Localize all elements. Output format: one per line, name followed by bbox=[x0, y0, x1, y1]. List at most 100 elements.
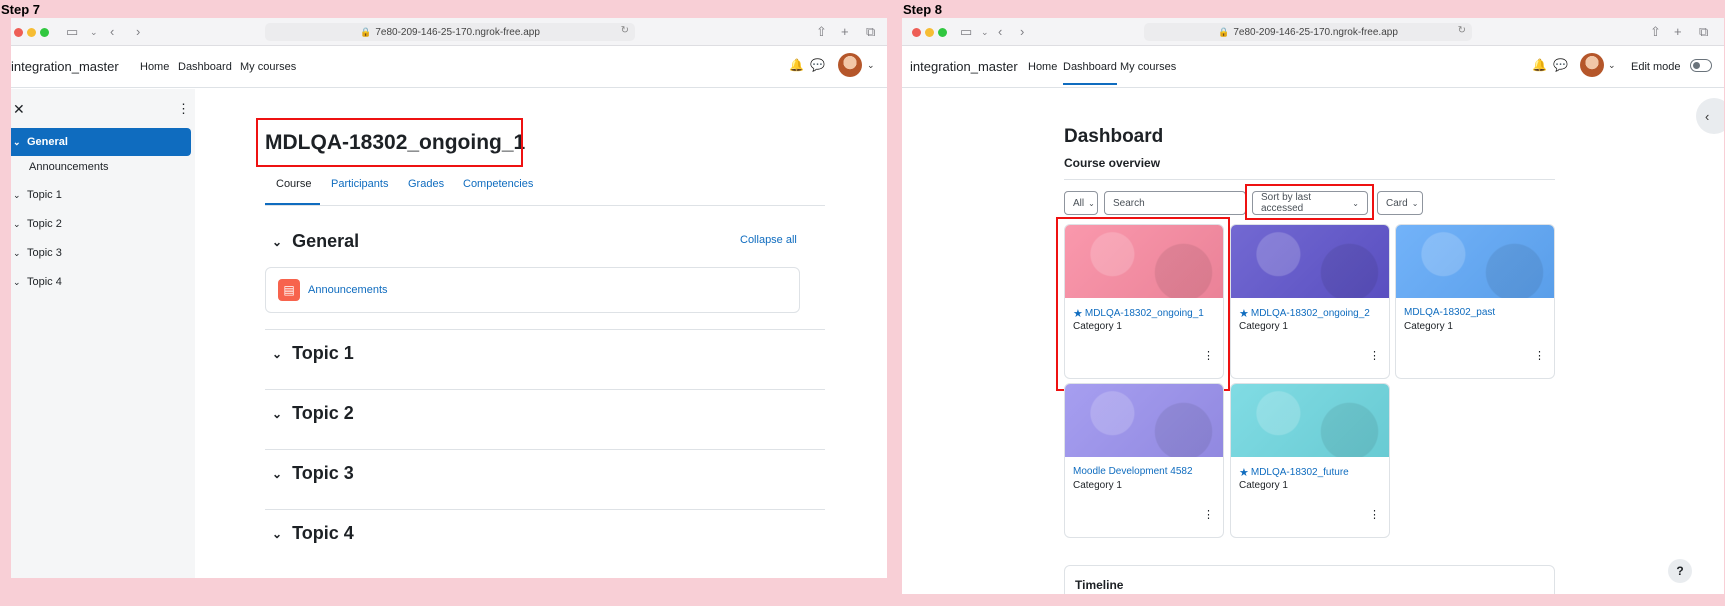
address-bar[interactable]: 🔒 7e80-209-146-25-170.ngrok-free.app ↻ bbox=[1144, 23, 1472, 41]
address-bar[interactable]: 🔒 7e80-209-146-25-170.ngrok-free.app ↻ bbox=[265, 23, 635, 41]
activity-label[interactable]: Announcements bbox=[308, 284, 388, 296]
nav-my-courses[interactable]: My courses bbox=[1120, 61, 1176, 73]
course-card-image[interactable] bbox=[1231, 384, 1389, 457]
course-card-name[interactable]: MDLQA-18302_past bbox=[1404, 307, 1495, 318]
tab-grades[interactable]: Grades bbox=[408, 178, 444, 190]
back-icon[interactable]: ‹ bbox=[110, 24, 114, 39]
reload-icon[interactable]: ↻ bbox=[621, 25, 629, 36]
kebab-icon[interactable]: ⋮ bbox=[1534, 349, 1545, 362]
chevron-down-icon[interactable]: ⌄ bbox=[90, 27, 98, 38]
reload-icon[interactable]: ↻ bbox=[1458, 25, 1466, 36]
course-card-image[interactable] bbox=[1065, 384, 1223, 457]
course-card-name[interactable]: ★ MDLQA-18302_future bbox=[1239, 466, 1349, 479]
bell-icon[interactable]: 🔔 bbox=[789, 58, 804, 72]
nav-home[interactable]: Home bbox=[140, 61, 169, 73]
close-window-icon[interactable] bbox=[14, 28, 23, 37]
section-general[interactable]: ⌄ General bbox=[272, 231, 359, 252]
timeline-block: Timeline bbox=[1064, 565, 1555, 594]
kebab-icon[interactable]: ⋮ bbox=[1369, 349, 1380, 362]
course-card-name[interactable]: Moodle Development 4582 bbox=[1073, 466, 1193, 477]
site-navbar: integration_master Home Dashboard My cou… bbox=[11, 46, 887, 88]
share-icon[interactable]: ⇧ bbox=[1650, 24, 1661, 40]
collapse-all-link[interactable]: Collapse all bbox=[740, 234, 797, 246]
search-input[interactable]: Search bbox=[1104, 191, 1246, 215]
avatar[interactable] bbox=[838, 53, 862, 77]
kebab-icon[interactable]: ⋮ bbox=[1203, 508, 1214, 521]
tab-participants[interactable]: Participants bbox=[331, 178, 388, 190]
course-card-category: Category 1 bbox=[1239, 321, 1288, 332]
step-7-label: Step 7 bbox=[1, 2, 41, 17]
step-7-screenshot: ▭ ⌄ ‹ › 🔒 7e80-209-146-25-170.ngrok-free… bbox=[11, 18, 887, 578]
chevron-down-icon[interactable]: ⌄ bbox=[1608, 60, 1616, 71]
new-tab-icon[interactable]: + bbox=[1674, 24, 1682, 39]
site-brand[interactable]: integration_master bbox=[11, 59, 119, 74]
share-icon[interactable]: ⇧ bbox=[816, 24, 827, 40]
forward-icon[interactable]: › bbox=[136, 24, 140, 39]
course-card-name[interactable]: ★ MDLQA-18302_ongoing_2 bbox=[1239, 307, 1370, 320]
section-title: Topic 1 bbox=[292, 343, 354, 363]
tabs-overview-icon[interactable]: ⧉ bbox=[1699, 24, 1708, 40]
avatar[interactable] bbox=[1580, 53, 1604, 77]
bell-icon[interactable]: 🔔 bbox=[1532, 58, 1547, 72]
back-icon[interactable]: ‹ bbox=[998, 24, 1002, 39]
sidebar-icon[interactable]: ▭ bbox=[66, 24, 78, 40]
nav-home[interactable]: Home bbox=[1028, 61, 1057, 73]
zoom-window-icon[interactable] bbox=[40, 28, 49, 37]
minimize-window-icon[interactable] bbox=[27, 28, 36, 37]
address-text: 7e80-209-146-25-170.ngrok-free.app bbox=[375, 26, 540, 38]
kebab-icon[interactable]: ⋮ bbox=[177, 101, 190, 117]
course-card[interactable]: MDLQA-18302_past Category 1 ⋮ bbox=[1395, 224, 1555, 379]
browser-titlebar: ▭ ⌄ ‹ › 🔒 7e80-209-146-25-170.ngrok-free… bbox=[11, 18, 887, 46]
sidebar-icon[interactable]: ▭ bbox=[960, 24, 972, 40]
new-tab-icon[interactable]: + bbox=[841, 24, 849, 39]
view-dropdown[interactable]: Card ⌄ bbox=[1377, 191, 1423, 215]
section-topic-3[interactable]: ⌄ Topic 3 bbox=[272, 463, 354, 484]
star-icon: ★ bbox=[1239, 467, 1249, 479]
nav-dashboard[interactable]: Dashboard bbox=[1063, 61, 1117, 85]
course-card-image[interactable] bbox=[1231, 225, 1389, 298]
chevron-down-icon: ⌄ bbox=[272, 234, 283, 249]
activity-announcements[interactable]: ▤ Announcements bbox=[265, 267, 800, 313]
edit-mode-toggle[interactable] bbox=[1690, 59, 1712, 72]
site-brand[interactable]: integration_master bbox=[910, 59, 1018, 74]
course-name-text: MDLQA-18302_future bbox=[1250, 467, 1349, 478]
help-button[interactable]: ? bbox=[1668, 559, 1692, 583]
course-name-text: MDLQA-18302_ongoing_2 bbox=[1250, 308, 1370, 319]
tab-course[interactable]: Course bbox=[276, 178, 311, 190]
tabs-overview-icon[interactable]: ⧉ bbox=[866, 24, 875, 40]
open-drawer-button[interactable]: ‹ bbox=[1696, 98, 1724, 134]
chat-icon[interactable]: 💬 bbox=[1553, 58, 1568, 72]
course-card-image[interactable] bbox=[1396, 225, 1554, 298]
course-card[interactable]: Moodle Development 4582 Category 1 ⋮ bbox=[1064, 383, 1224, 538]
tab-competencies[interactable]: Competencies bbox=[463, 178, 533, 190]
chevron-down-icon[interactable]: ⌄ bbox=[867, 60, 875, 71]
chevron-down-icon: ⌄ bbox=[1088, 198, 1095, 208]
close-icon[interactable]: ✕ bbox=[13, 101, 25, 118]
nav-my-courses[interactable]: My courses bbox=[240, 61, 296, 73]
course-card[interactable]: ★ MDLQA-18302_ongoing_2 Category 1 ⋮ bbox=[1230, 224, 1390, 379]
forward-icon[interactable]: › bbox=[1020, 24, 1024, 39]
section-topic-1[interactable]: ⌄ Topic 1 bbox=[272, 343, 354, 364]
step-8-screenshot: ▭ ⌄ ‹ › 🔒 7e80-209-146-25-170.ngrok-free… bbox=[902, 18, 1724, 594]
section-topic-4[interactable]: ⌄ Topic 4 bbox=[272, 523, 354, 544]
section-topic-2[interactable]: ⌄ Topic 2 bbox=[272, 403, 354, 424]
drawer-item-topic-1[interactable]: ⌄ Topic 1 bbox=[11, 181, 191, 209]
chevron-down-icon[interactable]: ⌄ bbox=[981, 27, 989, 38]
minimize-window-icon[interactable] bbox=[925, 28, 934, 37]
zoom-window-icon[interactable] bbox=[938, 28, 947, 37]
drawer-sub-announcements[interactable]: Announcements bbox=[29, 161, 109, 173]
drawer-item-topic-3[interactable]: ⌄ Topic 3 bbox=[11, 239, 191, 267]
chat-icon[interactable]: 💬 bbox=[810, 58, 825, 72]
drawer-item-topic-4[interactable]: ⌄ Topic 4 bbox=[11, 268, 191, 296]
chevron-down-icon: ⌄ bbox=[13, 189, 21, 200]
nav-dashboard[interactable]: Dashboard bbox=[178, 61, 232, 73]
kebab-icon[interactable]: ⋮ bbox=[1369, 508, 1380, 521]
drawer-item-topic-2[interactable]: ⌄ Topic 2 bbox=[11, 210, 191, 238]
close-window-icon[interactable] bbox=[912, 28, 921, 37]
filter-dropdown[interactable]: All ⌄ bbox=[1064, 191, 1098, 215]
drawer-item-general[interactable]: ⌄ General bbox=[11, 128, 191, 156]
chevron-down-icon: ⌄ bbox=[13, 136, 21, 147]
chevron-down-icon: ⌄ bbox=[13, 218, 21, 229]
chevron-down-icon: ⌄ bbox=[272, 346, 283, 361]
course-card[interactable]: ★ MDLQA-18302_future Category 1 ⋮ bbox=[1230, 383, 1390, 538]
